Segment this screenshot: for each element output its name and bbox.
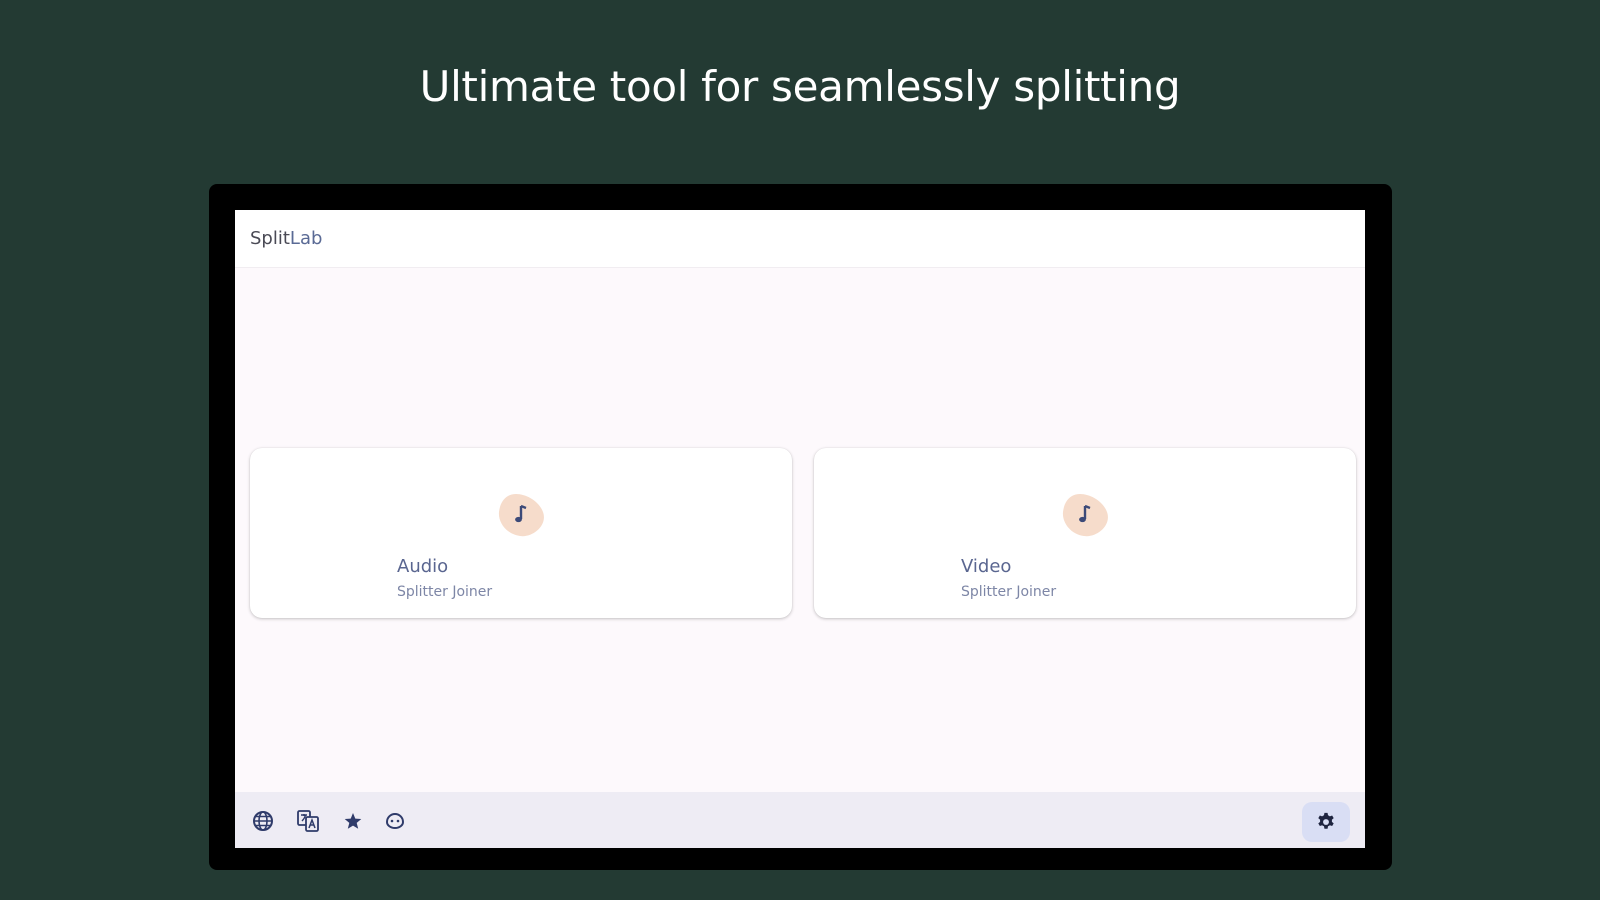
globe-button[interactable]: [249, 807, 277, 835]
translate-icon: [297, 810, 319, 832]
gear-icon: [1318, 812, 1334, 829]
globe-icon: [253, 811, 273, 831]
audio-card-title: Audio: [397, 556, 449, 577]
translate-button[interactable]: [294, 807, 322, 835]
music-note-icon: [1062, 493, 1108, 537]
favorites-button[interactable]: [339, 807, 367, 835]
audio-card[interactable]: Audio Splitter Joiner: [250, 448, 792, 618]
star-icon: [344, 813, 362, 829]
bottom-bar: [235, 792, 1365, 848]
app-title-accent: Lab: [289, 228, 323, 249]
feedback-button[interactable]: [381, 807, 409, 835]
video-card-subtitle: Splitter Joiner: [961, 584, 1057, 600]
app-title: SplitLab: [250, 228, 322, 249]
video-card[interactable]: Video Splitter Joiner: [814, 448, 1356, 618]
settings-button[interactable]: [1302, 802, 1350, 842]
headline: Ultimate tool for seamlessly splitting: [419, 62, 1181, 111]
audio-card-subtitle: Splitter Joiner: [397, 584, 493, 600]
music-note-icon: [498, 493, 544, 537]
device-frame: SplitLab Audio Splitter Joiner Video Spl…: [209, 184, 1392, 870]
app-screen: SplitLab Audio Splitter Joiner Video Spl…: [235, 210, 1365, 848]
app-title-main: Split: [250, 228, 290, 249]
video-card-title: Video: [961, 556, 1012, 577]
smiley-icon: [386, 813, 404, 829]
app-bar: SplitLab: [235, 210, 1365, 268]
